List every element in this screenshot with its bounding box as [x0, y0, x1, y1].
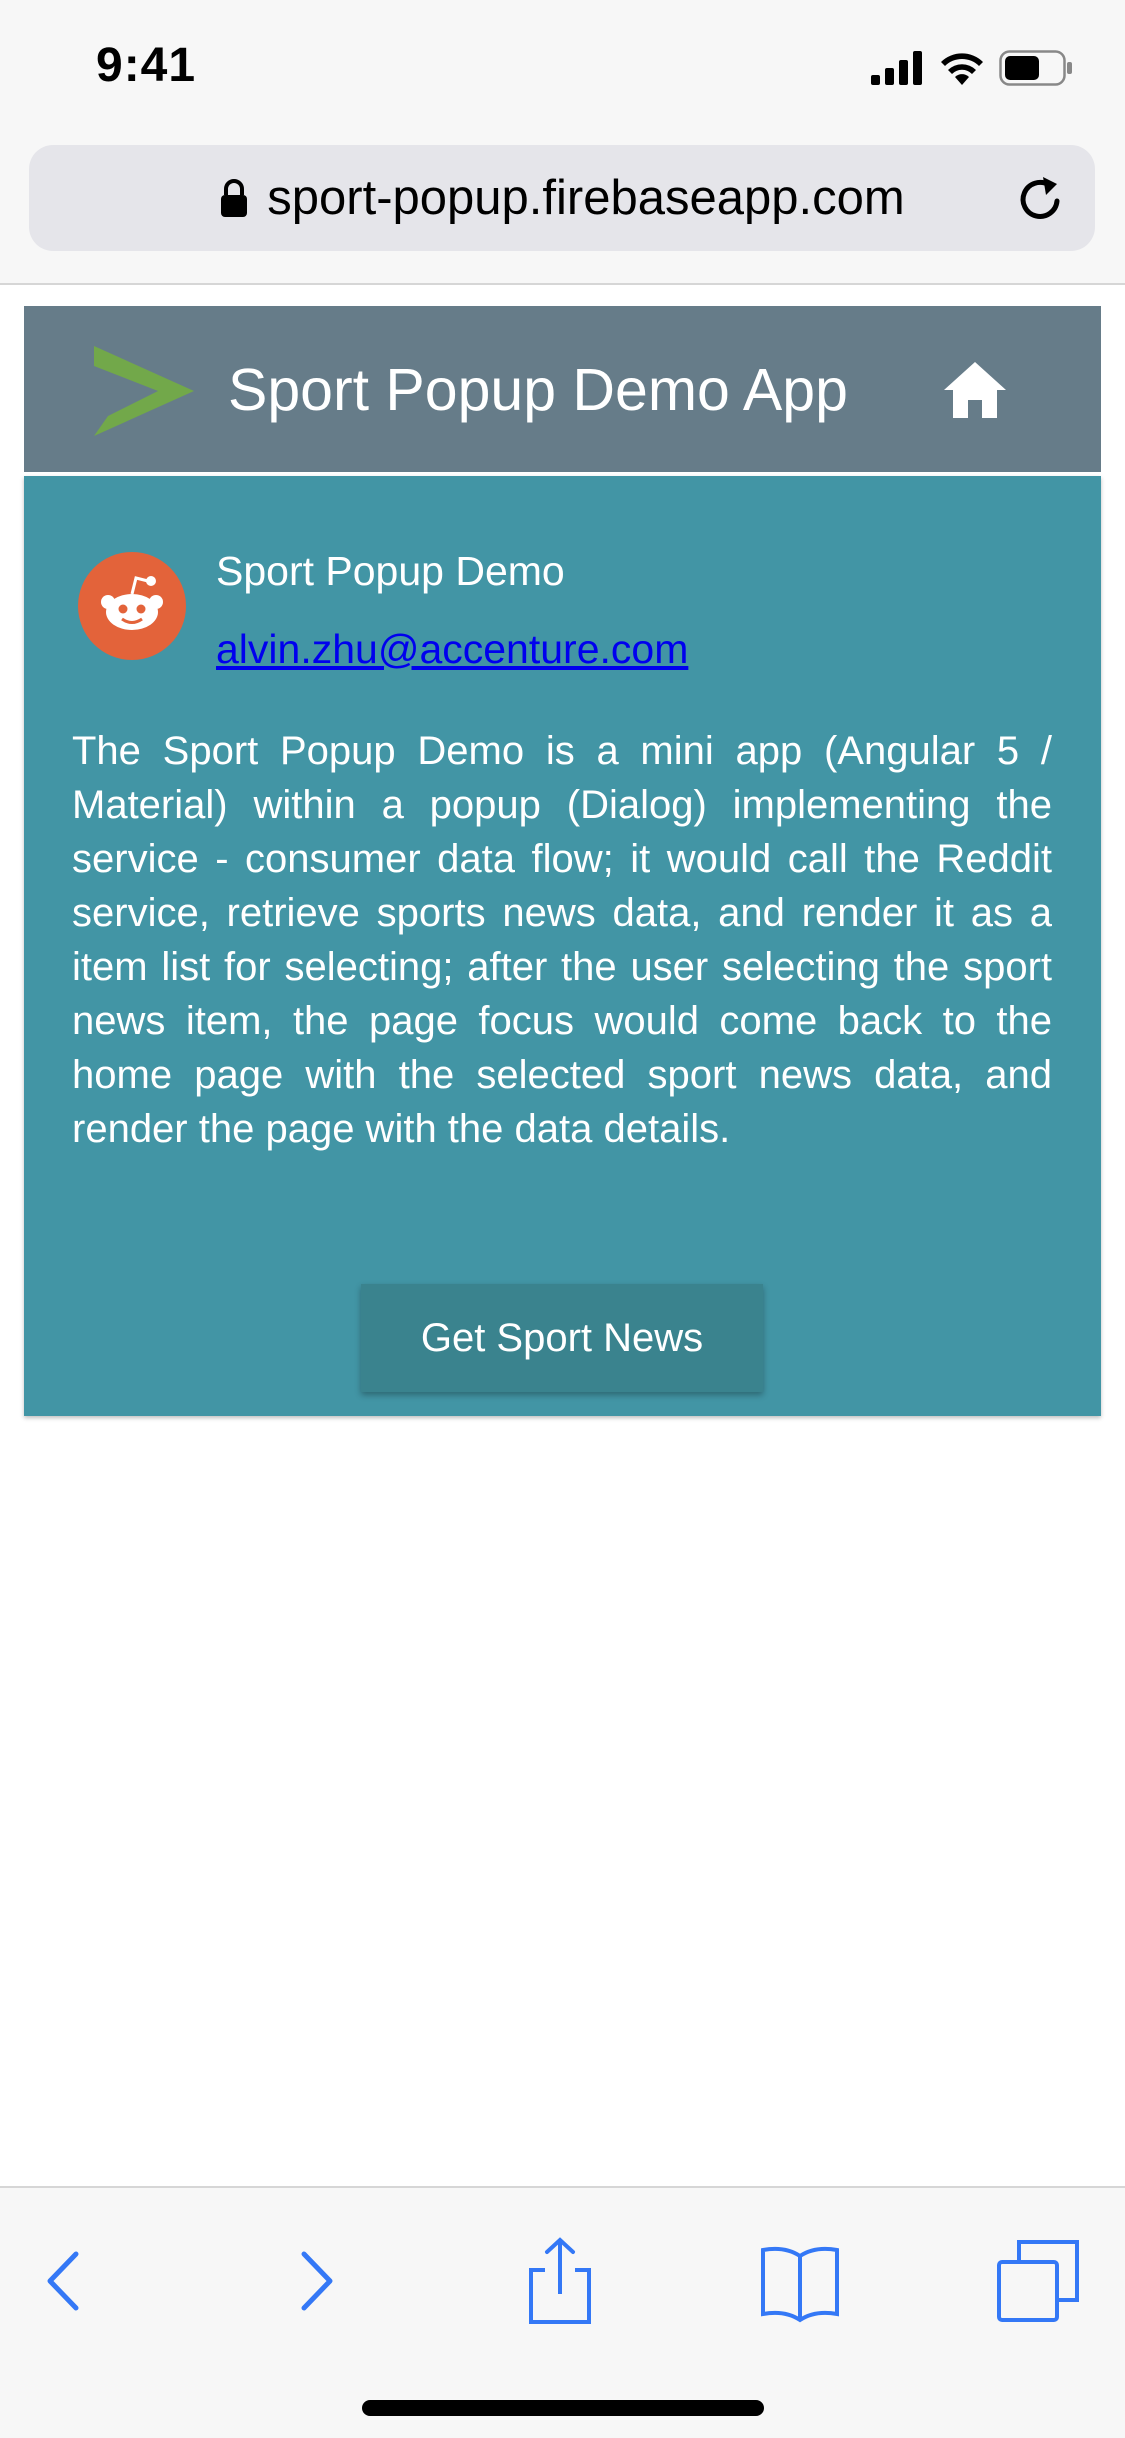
share-icon[interactable] [515, 2236, 605, 2326]
browser-toolbar: sport-popup.firebaseapp.com [0, 135, 1125, 285]
url-field[interactable]: sport-popup.firebaseapp.com [29, 145, 1095, 251]
logo-chevron-icon [94, 346, 194, 436]
card-description: The Sport Popup Demo is a mini app (Angu… [72, 729, 1052, 1151]
card-title: Sport Popup Demo [216, 548, 565, 594]
status-time: 9:41 [96, 39, 197, 92]
status-bar: 9:41 [0, 0, 1125, 135]
reload-icon[interactable] [1013, 171, 1069, 227]
back-icon[interactable] [20, 2236, 110, 2326]
app-title: Sport Popup Demo App [228, 357, 848, 423]
tabs-icon[interactable] [995, 2236, 1085, 2326]
bookmarks-icon[interactable] [755, 2236, 845, 2326]
battery-icon [999, 50, 1072, 86]
get-sport-news-button[interactable]: Get Sport News [361, 1284, 763, 1392]
forward-icon[interactable] [270, 2236, 360, 2326]
email-link[interactable]: alvin.zhu@accenture.com [216, 626, 688, 673]
info-card: Sport Popup Demo alvin.zhu@accenture.com… [24, 476, 1101, 1416]
reddit-avatar-icon [78, 552, 186, 660]
wifi-icon [941, 53, 983, 85]
home-icon[interactable] [942, 360, 1008, 420]
app-header: Sport Popup Demo App [24, 306, 1101, 472]
browser-bottom-toolbar [0, 2186, 1125, 2438]
lock-icon [221, 179, 248, 217]
url-text: sport-popup.firebaseapp.com [267, 171, 905, 225]
home-indicator [362, 2400, 764, 2416]
signal-icon [871, 51, 922, 85]
status-icons [871, 48, 1073, 88]
